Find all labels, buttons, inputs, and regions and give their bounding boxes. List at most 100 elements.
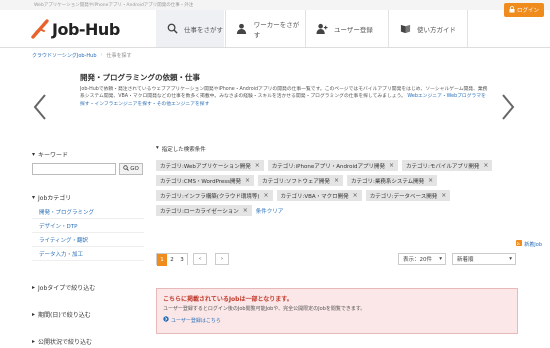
condition-chip: カテゴリ:iPhoneアプリ・Androidアプリ開発 ×: [267, 160, 398, 171]
filter-type-heading[interactable]: ▸ Jobタイプで絞り込む: [32, 283, 144, 292]
category-item[interactable]: 開発・プログラミング: [32, 205, 144, 219]
close-icon[interactable]: ×: [255, 162, 260, 169]
register-link[interactable]: ユーザー登録はこちら: [163, 316, 511, 324]
condition-chip: カテゴリ:ソフトウェア開発 ×: [258, 175, 343, 186]
category-item[interactable]: データ入力・加工: [32, 247, 144, 261]
logo-text: Job-Hub: [52, 19, 120, 39]
notice-body: ユーザー登録するとログイン後のJob閲覧可能Jobや、完全公開限定のJobを閲覧…: [163, 306, 366, 312]
sort-select[interactable]: 新着順 ▾: [452, 253, 516, 265]
feature-panel: 開発・プログラミングの依頼・仕事 Job-Hubで依頼・発注されているウェブアプ…: [80, 72, 490, 116]
condition-chips: カテゴリ:Webアプリケーション開発 × カテゴリ:iPhoneアプリ・Andro…: [156, 160, 496, 216]
category-heading-label: Jobカテゴリ: [38, 195, 72, 202]
close-icon[interactable]: ×: [389, 162, 394, 169]
search-icon: [123, 165, 130, 173]
notice-box: こちらに掲載されているJobは一部となります。 ユーザー登録するとログイン後のJ…: [156, 288, 518, 334]
condition-chip: カテゴリ:モバイルアプリ開発 ×: [402, 160, 493, 171]
nav-find-jobs[interactable]: 仕事をさがす: [156, 10, 224, 47]
next-page-button[interactable]: ›: [215, 253, 229, 265]
close-icon[interactable]: ×: [243, 207, 248, 214]
nav-find-workers[interactable]: ワーカーをさがす: [225, 10, 305, 47]
book-icon: [397, 21, 413, 37]
filter-type-label: Jobタイプで絞り込む: [38, 285, 96, 292]
new-jobs-label: 新着Job: [524, 241, 542, 248]
condition-chip: カテゴリ:VBA・マクロ開発 ×: [276, 190, 362, 201]
chip-label: カテゴリ:CMS・WordPress開発: [160, 178, 242, 185]
page-3[interactable]: 3: [177, 254, 187, 266]
per-page-select[interactable]: 表示：20件 ▾: [398, 253, 446, 265]
top-bar: Webアプリケーション開発やiPhoneアプリ・Androidアプリ開発の仕事・…: [0, 0, 550, 10]
pagination: 1 2 3 ‹ ›: [156, 253, 229, 266]
nav-label: ワーカーをさがす: [253, 20, 300, 39]
condition-chip: カテゴリ:データベース開発 ×: [365, 190, 451, 201]
register-link-label: ユーザー登録はこちら: [171, 317, 221, 324]
close-icon[interactable]: ×: [441, 192, 446, 199]
category-item[interactable]: ライティング・翻訳: [32, 233, 144, 247]
clear-conditions-link[interactable]: 条件クリア: [256, 205, 284, 216]
breadcrumb: クラウドソーシングJob-Hub › 仕事を探す: [32, 52, 132, 59]
keyword-go-button[interactable]: GO: [119, 163, 143, 175]
nav-label: ユーザー登録: [334, 25, 373, 34]
breadcrumb-home[interactable]: クラウドソーシングJob-Hub: [32, 52, 97, 59]
carousel-next-arrow-icon[interactable]: [500, 93, 516, 121]
page-1[interactable]: 1: [157, 254, 167, 266]
triangle-right-icon: ▸: [32, 311, 36, 318]
close-icon[interactable]: ×: [483, 162, 488, 169]
per-page-value: 表示：20件: [403, 257, 432, 263]
category-item[interactable]: デザイン・DTP: [32, 219, 144, 233]
filter-period-label: 期間(日)で絞り込む: [38, 312, 91, 319]
category-list: 開発・プログラミング デザイン・DTP ライティング・翻訳 データ入力・加工: [32, 205, 144, 261]
triangle-right-icon: ▸: [32, 284, 36, 291]
user-plus-icon: [314, 21, 330, 37]
close-icon[interactable]: ×: [428, 177, 433, 184]
chip-label: カテゴリ:業務系システム開発: [350, 178, 425, 185]
site-logo[interactable]: Job-Hub: [30, 18, 120, 40]
chip-label: カテゴリ:iPhoneアプリ・Androidアプリ開発: [271, 163, 385, 170]
chip-label: カテゴリ:Webアプリケーション開発: [160, 163, 251, 170]
nav-label: 使い方ガイド: [417, 25, 456, 34]
condition-chip: カテゴリ:ローカライゼーション ×: [156, 205, 252, 216]
filter-period-heading[interactable]: ▸ 期間(日)で絞り込む: [32, 310, 144, 319]
keyword-heading-label: キーワード: [38, 152, 69, 159]
chevron-down-icon: ▾: [509, 256, 512, 262]
feature-description: Job-Hubで依頼・発注されているウェブアプリケーション開発やiPhone・A…: [80, 86, 490, 116]
go-label: GO: [130, 166, 139, 172]
nav-label: 仕事をさがす: [184, 25, 223, 34]
logo-mark-icon: [31, 19, 49, 39]
sort-value: 新着順: [457, 257, 474, 263]
breadcrumb-current: 仕事を探す: [106, 53, 132, 59]
close-icon[interactable]: ×: [334, 177, 339, 184]
keyword-search-row: GO: [32, 163, 144, 175]
nav-register[interactable]: ユーザー登録: [305, 10, 387, 47]
carousel-prev-arrow-icon[interactable]: [32, 93, 48, 121]
close-icon[interactable]: ×: [263, 192, 268, 199]
triangle-down-icon: ▾: [32, 194, 36, 201]
close-icon[interactable]: ×: [245, 177, 250, 184]
triangle-down-icon: ▾: [32, 151, 36, 158]
site-header: Job-Hub 仕事をさがす ワーカーをさがす ユーザー登録 使い方ガイド: [0, 10, 550, 48]
prev-page-button[interactable]: ‹: [193, 253, 207, 265]
notice-title: こちらに掲載されているJobは一部となります。: [163, 296, 293, 303]
chip-label: カテゴリ:モバイルアプリ開発: [406, 163, 480, 170]
sidebar: ▾ キーワード GO ▾ Jobカテゴリ 開発・プログラミング デザイン・DTP…: [32, 150, 144, 346]
category-heading[interactable]: ▾ Jobカテゴリ: [32, 193, 144, 202]
filter-posted-label: 公開状況で絞り込む: [38, 339, 93, 346]
login-button[interactable]: ログイン: [504, 3, 544, 17]
conditions-heading-label: 指定した検索条件: [161, 147, 206, 153]
keyword-heading: ▾ キーワード: [32, 150, 144, 159]
nav-guide[interactable]: 使い方ガイド: [388, 10, 468, 47]
keyword-input[interactable]: [32, 163, 116, 175]
search-icon: [164, 21, 180, 37]
condition-chip: カテゴリ:Webアプリケーション開発 ×: [156, 160, 264, 171]
rss-icon: [516, 240, 523, 248]
conditions-heading: ▾ 指定した検索条件: [156, 145, 518, 153]
new-jobs-link[interactable]: 新着Job: [516, 240, 542, 248]
filter-posted-heading[interactable]: ▸ 公開状況で絞り込む: [32, 337, 144, 346]
chip-label: カテゴリ:ローカライゼーション: [160, 208, 239, 215]
condition-chip: カテゴリ:業務系システム開発 ×: [346, 175, 438, 186]
chevron-down-icon: ▾: [439, 256, 442, 262]
lock-icon: [509, 5, 515, 15]
page-2[interactable]: 2: [167, 254, 177, 266]
chip-label: カテゴリ:データベース開発: [369, 193, 438, 200]
condition-chip: カテゴリ:CMS・WordPress開発 ×: [156, 175, 255, 186]
close-icon[interactable]: ×: [353, 192, 358, 199]
